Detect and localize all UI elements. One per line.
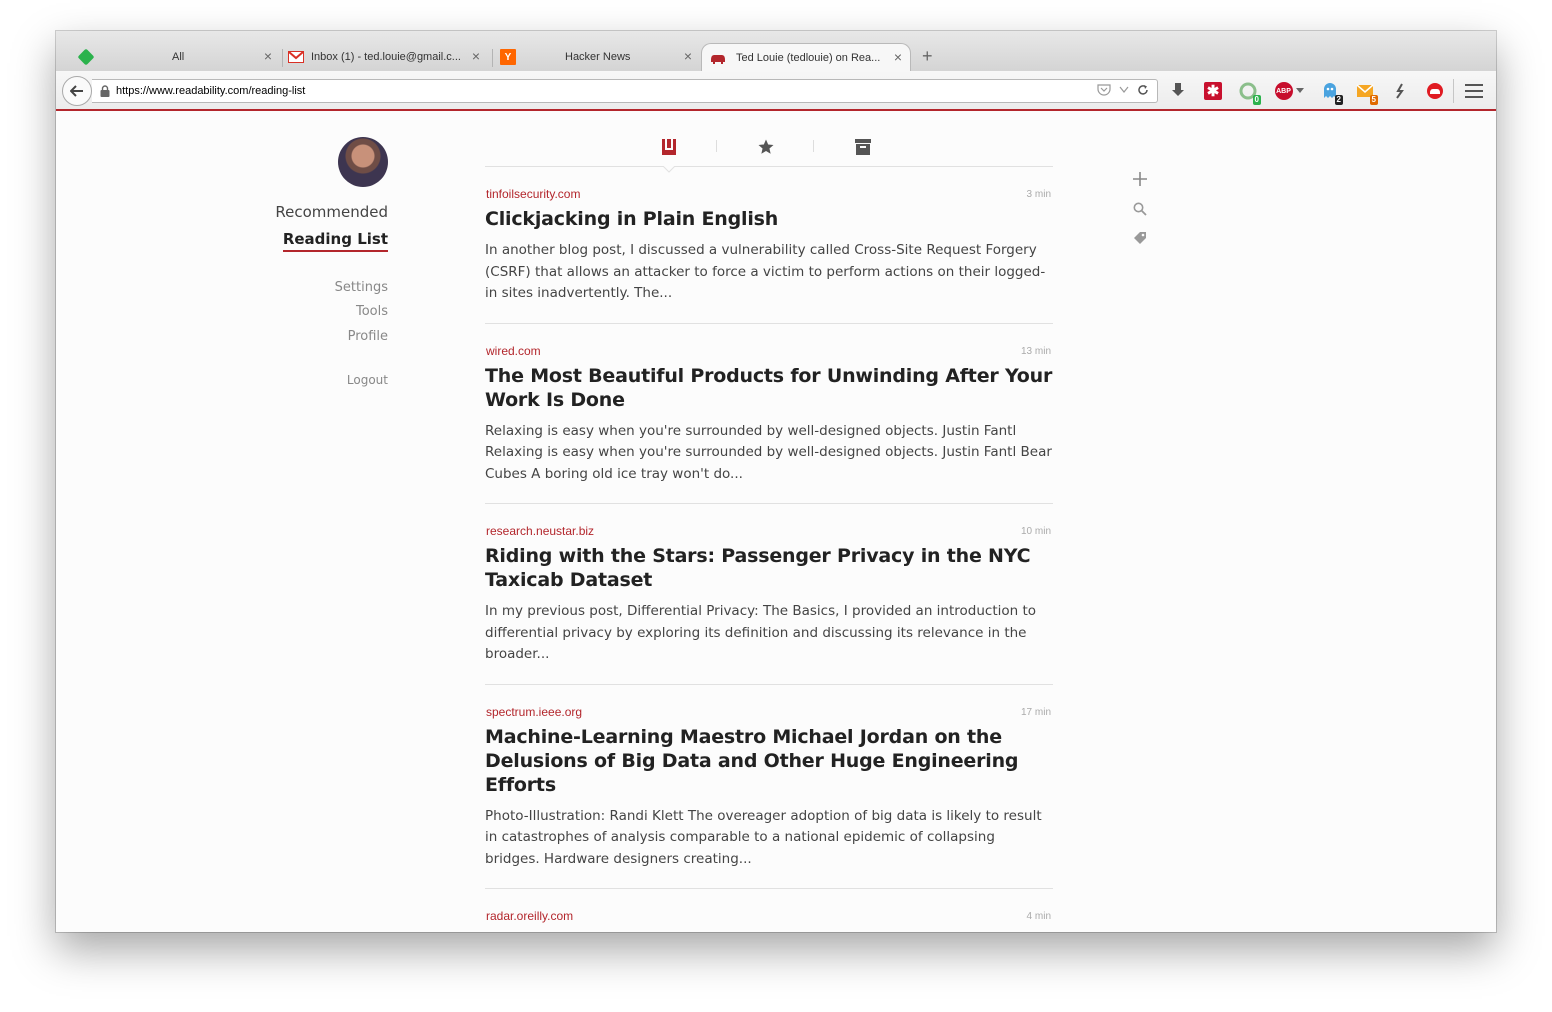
article-item[interactable]: research.neustar.biz 10 min Riding with … — [485, 504, 1053, 685]
feedly-icon — [77, 48, 95, 66]
tab-strip: All × Inbox (1) - ted.louie@gmail.c... ×… — [56, 31, 1496, 71]
tab-label: Hacker News — [565, 51, 631, 63]
close-icon[interactable]: × — [684, 49, 692, 63]
chevron-down-icon — [1295, 88, 1304, 93]
nav-logout[interactable]: Logout — [188, 373, 388, 387]
article-item[interactable]: wired.com 13 min The Most Beautiful Prod… — [485, 324, 1053, 504]
extension-badge: 2 — [1334, 95, 1343, 105]
avatar[interactable] — [338, 137, 388, 187]
green-extension-icon[interactable]: 0 — [1238, 81, 1261, 105]
article-title[interactable]: The Most Beautiful Products for Unwindin… — [485, 364, 1053, 412]
nav-settings[interactable]: Settings — [188, 280, 388, 295]
new-tab-icon[interactable]: + — [922, 47, 933, 65]
nav-reading-list[interactable]: Reading List — [188, 230, 388, 252]
tab-hacker-news[interactable]: Y Hacker News × — [500, 43, 700, 71]
nav-reading-list-label: Reading List — [282, 230, 388, 252]
readability-icon — [710, 50, 726, 66]
readability-extension-icon[interactable] — [1425, 81, 1445, 101]
reading-list-page: Recommended Reading List Settings Tools … — [56, 113, 1496, 932]
browser-window: All × Inbox (1) - ted.louie@gmail.c... ×… — [56, 31, 1496, 932]
reload-icon[interactable] — [1137, 84, 1149, 96]
tab-label: Inbox (1) - ted.louie@gmail.c... — [311, 51, 461, 63]
nav-profile[interactable]: Profile — [188, 329, 388, 344]
tab-gmail[interactable]: Inbox (1) - ted.louie@gmail.c... × — [288, 43, 488, 71]
nav-recommended[interactable]: Recommended — [188, 203, 388, 221]
article-read-time: 13 min — [1020, 345, 1051, 357]
extension-badge: 5 — [1369, 95, 1378, 105]
back-arrow-icon — [70, 85, 83, 97]
tab-reading-list-icon[interactable] — [657, 135, 681, 159]
view-tabs — [485, 135, 1053, 167]
mail-checker-icon[interactable]: 5 — [1355, 81, 1378, 105]
close-icon[interactable]: × — [264, 49, 272, 63]
article-read-time: 4 min — [1026, 911, 1051, 922]
article-read-time: 10 min — [1020, 526, 1051, 537]
article-read-time: 17 min — [1020, 706, 1051, 718]
add-article-icon[interactable] — [1130, 169, 1150, 189]
article-excerpt: In another blog post, I discussed a vuln… — [485, 242, 1046, 301]
nav-tools[interactable]: Tools — [188, 304, 388, 319]
bookmarklet-icon[interactable] — [1390, 81, 1410, 101]
article-domain[interactable]: wired.com — [485, 344, 1053, 358]
ghostery-icon[interactable]: 2 — [1320, 81, 1343, 105]
article-domain[interactable]: research.neustar.biz — [485, 524, 1053, 538]
article-domain[interactable]: spectrum.ieee.org — [485, 705, 1053, 719]
article-title[interactable]: Riding with the Stars: Passenger Privacy… — [485, 544, 1053, 592]
tab-feedly[interactable]: All × — [77, 43, 280, 71]
tag-icon[interactable] — [1130, 228, 1150, 248]
article-domain[interactable]: tinfoilsecurity.com — [485, 187, 1053, 201]
hacker-news-icon: Y — [500, 49, 516, 65]
article-title[interactable]: Machine-Learning Maestro Michael Jordan … — [485, 725, 1053, 797]
extension-badge: 0 — [1252, 95, 1261, 105]
hamburger-menu-icon[interactable] — [1465, 84, 1483, 102]
article-list: tinfoilsecurity.com 3 min Clickjacking i… — [485, 167, 1053, 932]
article-domain[interactable]: radar.oreilly.com — [485, 909, 1053, 923]
tab-readability[interactable]: Ted Louie (tedlouie) on Rea... × — [701, 43, 911, 71]
close-icon[interactable]: × — [894, 50, 902, 64]
article-read-time: 3 min — [1026, 189, 1051, 200]
adblock-plus-icon[interactable]: ABP — [1273, 81, 1305, 101]
article-excerpt: Relaxing is easy when you're surrounded … — [485, 422, 1052, 482]
article-item[interactable]: tinfoilsecurity.com 3 min Clickjacking i… — [485, 167, 1053, 324]
download-icon[interactable] — [1168, 81, 1188, 101]
tab-favorites-icon[interactable] — [754, 135, 778, 159]
tab-label: All — [172, 51, 185, 63]
article-excerpt: Photo-Illustration: Randi Klett The over… — [485, 807, 1042, 867]
lastpass-icon[interactable]: ✱ — [1203, 81, 1223, 101]
navigation-bar: https://www.readability.com/reading-list… — [56, 71, 1496, 111]
back-button[interactable] — [62, 76, 92, 106]
article-excerpt: In my previous post, Differential Privac… — [485, 603, 1037, 662]
article-title[interactable]: Clickjacking in Plain English — [485, 207, 1053, 231]
toolbar-icons: ✱ 0 ABP 2 5 — [1168, 81, 1460, 105]
tab-archive-icon[interactable] — [851, 135, 875, 159]
search-icon[interactable] — [1130, 199, 1150, 219]
dropdown-arrow-icon[interactable] — [1119, 86, 1129, 94]
gmail-icon — [288, 49, 304, 65]
url-text: https://www.readability.com/reading-list — [116, 85, 306, 97]
url-bar[interactable]: https://www.readability.com/reading-list — [92, 79, 1158, 103]
lock-icon — [100, 85, 110, 97]
close-icon[interactable]: × — [472, 49, 480, 63]
article-item[interactable]: spectrum.ieee.org 17 min Machine-Learnin… — [485, 685, 1053, 889]
tab-label: Ted Louie (tedlouie) on Rea... — [736, 51, 881, 64]
article-item[interactable]: radar.oreilly.com 4 min — [485, 889, 1053, 932]
pocket-icon[interactable] — [1097, 84, 1111, 96]
